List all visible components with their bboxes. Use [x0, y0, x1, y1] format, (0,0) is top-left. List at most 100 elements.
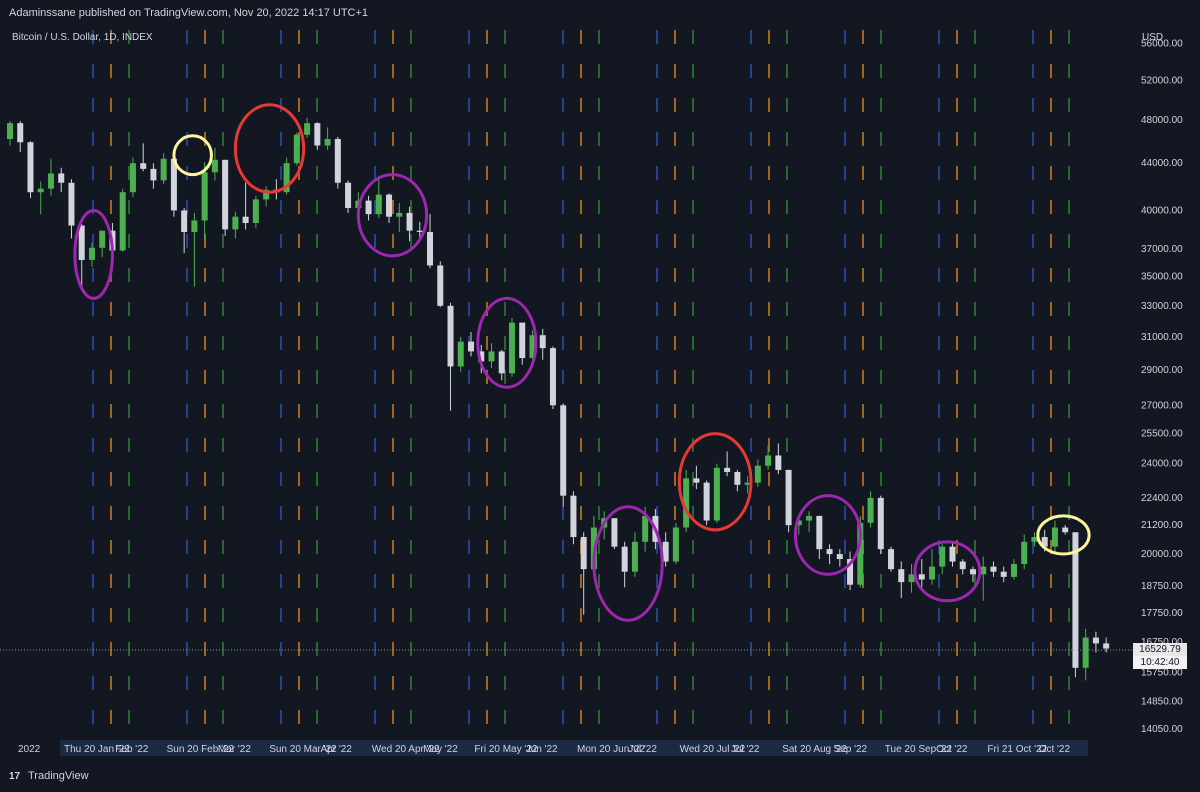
- candle-body: [222, 159, 229, 230]
- candle-body: [119, 192, 126, 251]
- price-tick-label: 27000.00: [1141, 400, 1183, 411]
- price-tick-label: 18750.00: [1141, 581, 1183, 592]
- candle-body: [1051, 527, 1058, 547]
- annotation-circle-yellow: [1036, 514, 1091, 556]
- price-tick-label: 40000.00: [1141, 205, 1183, 216]
- candle-body: [990, 566, 997, 572]
- candle-body: [969, 569, 976, 575]
- candle-body: [734, 472, 741, 485]
- price-tick-label: 14850.00: [1141, 697, 1183, 708]
- candle-body: [724, 467, 731, 473]
- annotation-circle-yellow: [172, 134, 213, 177]
- candle-body: [621, 546, 628, 572]
- candle-body: [508, 322, 515, 374]
- candle-body: [324, 139, 331, 146]
- candle-body: [765, 455, 772, 466]
- candle-body: [457, 341, 464, 367]
- candle-body: [785, 469, 792, 526]
- date-tick-label: Oct '22: [1039, 744, 1071, 755]
- candle-body: [427, 231, 434, 266]
- candle-body: [1031, 537, 1038, 542]
- candle-body: [447, 305, 454, 367]
- candle-body: [78, 225, 85, 260]
- price-chart[interactable]: Thu 20 Jan '22Feb '22 Sun 20 Feb '22Mar '…: [0, 0, 1200, 792]
- price-tick-label: 20000.00: [1141, 549, 1183, 560]
- candle-body: [1092, 637, 1099, 644]
- candle-body: [140, 163, 147, 169]
- candle-body: [416, 230, 423, 232]
- candle-body: [713, 467, 720, 521]
- candle-body: [1103, 643, 1110, 649]
- candle-body: [775, 455, 782, 470]
- candle-body: [17, 123, 24, 143]
- candle-body: [58, 173, 65, 183]
- candle-body: [703, 482, 710, 521]
- candle-body: [754, 465, 761, 483]
- candle-body: [888, 549, 895, 570]
- candle-body: [693, 478, 700, 483]
- candle-body: [468, 341, 475, 352]
- date-tick-label: Jul '22: [731, 744, 760, 755]
- price-axis-ticks: 56000.0052000.0048000.0044000.0040000.00…: [1141, 39, 1183, 735]
- price-tick-label: 24000.00: [1141, 459, 1183, 470]
- candle-body: [68, 182, 75, 226]
- year-label: 2022: [18, 744, 41, 755]
- price-tick-label: 31000.00: [1141, 332, 1183, 343]
- candles-layer: [7, 118, 1110, 681]
- candle-body: [929, 566, 936, 580]
- price-tick-label: 29000.00: [1141, 365, 1183, 376]
- annotation-circle-red: [233, 103, 306, 194]
- time-markers-layer: [92, 30, 1070, 740]
- candle-body: [642, 515, 649, 542]
- candle-body: [1021, 541, 1028, 565]
- candle-body: [672, 527, 679, 562]
- candle-body: [181, 210, 188, 232]
- candle-body: [826, 549, 833, 555]
- price-tick-label: 21200.00: [1141, 520, 1183, 531]
- candle-body: [232, 216, 239, 230]
- candle-body: [539, 335, 546, 349]
- candle-body: [498, 351, 505, 374]
- candle-body: [1010, 564, 1017, 577]
- candle-body: [918, 574, 925, 580]
- date-tick-label: Sep '22: [834, 744, 868, 755]
- candle-body: [631, 541, 638, 572]
- price-tick-label: 48000.00: [1141, 115, 1183, 126]
- price-tick-label: 52000.00: [1141, 75, 1183, 86]
- candle-body: [7, 123, 13, 140]
- candle-body: [150, 168, 157, 181]
- candle-body: [396, 212, 403, 217]
- candle-body: [160, 158, 167, 181]
- candle-body: [580, 537, 587, 570]
- price-tick-label: 33000.00: [1141, 301, 1183, 312]
- date-tick-label: Mar '22: [218, 744, 251, 755]
- date-tick-label: Jun '22: [526, 744, 558, 755]
- candle-body: [836, 554, 843, 560]
- candle-body: [304, 123, 311, 135]
- candle-body: [99, 230, 106, 248]
- candle-body: [37, 188, 44, 193]
- candle-body: [201, 172, 208, 221]
- currency-label: USD: [1142, 32, 1163, 43]
- candle-body: [375, 194, 382, 215]
- candle-body: [27, 142, 34, 193]
- tradingview-brand: TradingView: [28, 770, 89, 782]
- price-tick-label: 22400.00: [1141, 493, 1183, 504]
- candle-body: [1062, 527, 1069, 533]
- candle-body: [242, 216, 249, 223]
- price-tick-label: 17750.00: [1141, 608, 1183, 619]
- last-price-badge: 16529.79: [1133, 643, 1187, 656]
- candle-body: [334, 139, 341, 183]
- symbol-label: Bitcoin / U.S. Dollar, 1D, INDEX: [12, 32, 153, 43]
- price-tick-label: 25500.00: [1141, 429, 1183, 440]
- candle-body: [519, 322, 526, 359]
- date-tick-label: Oct '22: [936, 744, 968, 755]
- candle-body: [365, 200, 372, 215]
- candle-body: [611, 518, 618, 547]
- candle-body: [406, 212, 413, 231]
- date-tick-label: Apr '22: [321, 744, 353, 755]
- candle-body: [959, 561, 966, 570]
- candle-body: [252, 199, 259, 223]
- price-tick-label: 44000.00: [1141, 158, 1183, 169]
- candle-body: [867, 497, 874, 523]
